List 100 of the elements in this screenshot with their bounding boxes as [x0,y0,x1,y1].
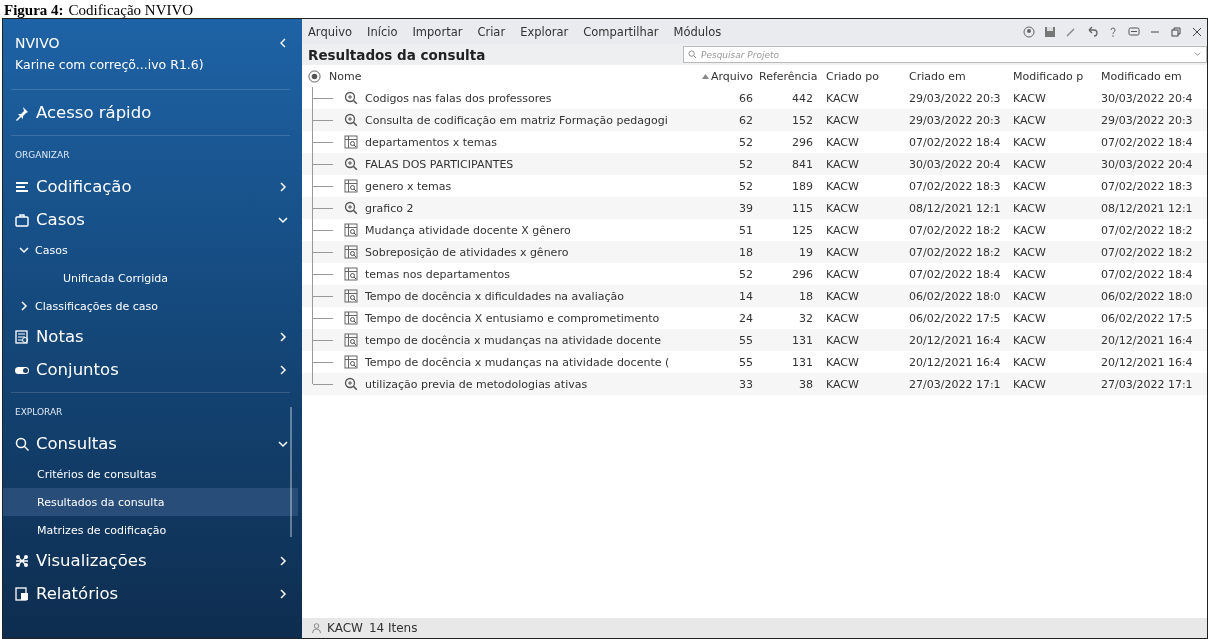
nav-subitem[interactable]: Unificada Corrigida [3,264,298,292]
undo-icon[interactable] [1086,25,1098,38]
chevron-icon[interactable] [19,301,29,311]
table-cell: 39 [739,201,753,215]
table-cell: 07/02/2022 18:3 [1101,179,1193,193]
pin-icon [14,104,30,121]
table-cell[interactable]: Tempo de docência x mudanças na atividade docente ( [365,355,670,369]
chevron-icon[interactable] [278,364,288,375]
table-cell: KACW [1013,223,1046,237]
chevron-icon[interactable] [278,588,288,599]
query-icon [344,113,358,127]
table-cell: 52 [739,267,753,281]
table-cell: 296 [792,135,813,149]
scrollbar[interactable] [290,407,292,537]
help-icon[interactable] [1107,25,1119,38]
table-cell: 29/03/2022 20:3 [909,91,1001,105]
tree-item[interactable]: Classificações de caso [35,299,158,313]
table-cell: 08/12/2021 12:1 [909,201,1001,215]
tree-item[interactable]: Casos [35,243,68,257]
column-header[interactable]: Nome [329,69,362,83]
menu-item[interactable]: Início [367,24,398,39]
table-cell: 07/02/2022 18:4 [909,135,1001,149]
nav-subitem[interactable]: Matrizes de codificação [3,516,298,544]
pencil-icon[interactable] [1065,25,1077,38]
nav-subitem[interactable]: Resultados da consulta [3,488,298,516]
table-cell: 20/12/2021 16:4 [909,355,1001,369]
nav-item[interactable]: Codificação [36,177,272,196]
report-icon [14,585,30,602]
column-header[interactable]: Referência [759,69,818,83]
table-cell[interactable]: Tempo de docência x dificuldades na avaliação [365,289,624,303]
table-cell: 08/12/2021 12:1 [1101,201,1193,215]
table-cell[interactable]: grafico 2 [365,201,414,215]
chevron-icon[interactable] [278,331,288,342]
table-cell: 189 [792,179,813,193]
table-cell: 55 [739,355,753,369]
table-cell: KACW [826,289,859,303]
chevron-icon[interactable] [278,555,288,566]
column-header[interactable]: Arquivo [710,69,753,83]
table-cell: 62 [739,113,753,127]
table-cell[interactable]: Mudança atividade docente X gênero [365,223,571,237]
table-cell: 07/02/2022 18:2 [1101,245,1193,259]
table-cell: 38 [799,377,813,391]
table-cell[interactable]: FALAS DOS PARTICIPANTES [365,157,514,171]
network-icon [14,552,30,569]
table-cell[interactable]: genero x temas [365,179,452,193]
dropdown-icon[interactable] [1193,50,1202,59]
nav-item[interactable]: Conjuntos [36,360,272,379]
save-icon[interactable] [1044,25,1056,38]
status-user: KACW [327,621,363,635]
chevron-icon[interactable] [19,245,29,255]
query-icon [344,91,358,105]
chevron-icon[interactable] [278,181,288,192]
table-cell: 27/03/2022 17:1 [1101,377,1193,391]
search-icon [14,435,30,452]
close-icon[interactable] [1191,25,1203,38]
comment-icon[interactable] [1128,25,1140,38]
table-cell[interactable]: tempo de docência x mudanças na atividade docente [365,333,661,347]
menu-item[interactable]: Compartilhar [583,24,659,39]
matrix-icon [344,223,358,237]
nav-subitem[interactable]: Critérios de consultas [3,460,298,488]
column-header[interactable]: Criado po [826,69,879,83]
search-icon [688,50,697,59]
table-cell: 52 [739,179,753,193]
table-cell: KACW [826,377,859,391]
restore-icon[interactable] [1170,25,1182,38]
menu-item[interactable]: Importar [412,24,463,39]
table-cell: 27/03/2022 17:1 [909,377,1001,391]
nav-item[interactable]: Casos [36,210,272,229]
nav-item[interactable]: Visualizações [36,551,272,570]
menu-item[interactable]: Módulos [673,24,722,39]
nav-item[interactable]: Acesso rápido [36,103,288,122]
table-cell: KACW [826,179,859,193]
nav-item[interactable]: Relatórios [36,584,272,603]
table-cell: 20/12/2021 16:4 [909,333,1001,347]
table-cell[interactable]: departamentos x temas [365,135,498,149]
view-title: Resultados da consulta [308,46,487,63]
chevron-icon[interactable] [278,214,288,225]
table-cell[interactable]: Codigos nas falas dos professores [365,91,552,105]
nav-item[interactable]: Notas [36,327,272,346]
column-header[interactable]: Modificado p [1013,69,1084,83]
table-cell[interactable]: utilização previa de metodologias ativas [365,377,588,391]
table-cell[interactable]: temas nos departamentos [365,267,510,281]
menu-item[interactable]: Arquivo [308,24,353,39]
table-cell: KACW [826,245,859,259]
table-cell: KACW [826,91,859,105]
table-cell: 06/02/2022 17:5 [1101,311,1193,325]
menu-item[interactable]: Explorar [520,24,569,39]
table-cell: 52 [739,157,753,171]
matrix-icon [344,311,358,325]
table-cell[interactable]: Consulta de codificação em matriz Formação pedagogi [365,113,668,127]
table-cell[interactable]: Sobreposição de atividades x gênero [365,245,569,259]
table-cell: 296 [792,267,813,281]
nav-item[interactable]: Consultas [36,434,272,453]
table-cell[interactable]: Tempo de docência X entusiamo e comprometimento [365,311,660,325]
column-header[interactable]: Criado em [909,69,966,83]
menu-item[interactable]: Criar [477,24,506,39]
chevron-icon[interactable] [278,438,288,449]
table-cell: 442 [792,91,813,105]
collapse-icon[interactable] [278,38,288,48]
column-header[interactable]: Modificado em [1101,69,1182,83]
